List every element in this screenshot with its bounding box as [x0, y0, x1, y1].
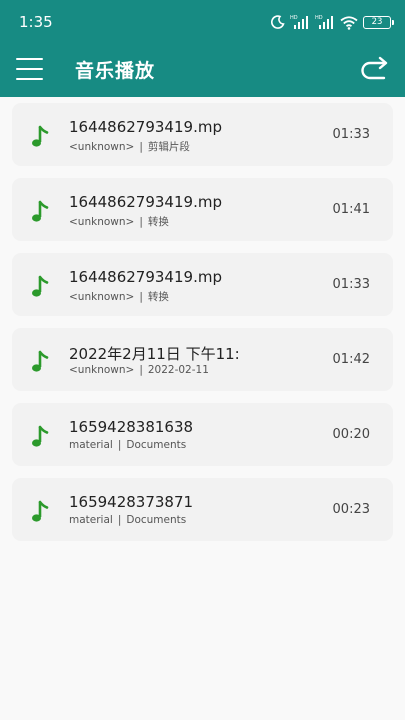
track-title: 1659428381638 — [69, 418, 194, 436]
track-title: 1644862793419.mp — [69, 268, 222, 286]
track-album: Documents — [126, 439, 187, 451]
status-icons: HD HD 23 — [271, 13, 394, 31]
battery-icon: 23 — [363, 15, 394, 29]
separator: | — [117, 439, 122, 451]
track-artist: material — [69, 514, 113, 526]
svg-text:HD: HD — [290, 15, 298, 21]
track-meta: material | Documents — [69, 439, 186, 451]
track-album: 2022-02-11 — [147, 364, 209, 376]
status-bar: 1:35 HD HD 23 — [0, 0, 405, 44]
track-duration: 01:41 — [332, 202, 370, 217]
page-title: 音乐播放 — [75, 60, 156, 82]
track-album: 转换 — [147, 216, 169, 228]
hamburger-menu-icon[interactable] — [16, 55, 43, 82]
track-duration: 00:23 — [332, 502, 370, 517]
wifi-icon — [340, 15, 358, 30]
separator: | — [117, 514, 122, 526]
separator: | — [139, 216, 143, 228]
list-item[interactable]: 2022年2月11日 下午11: <unknown> | 2022-02-11 01… — [12, 328, 393, 391]
track-artist: <unknown> — [69, 364, 135, 376]
track-artist: material — [69, 439, 113, 451]
music-note-icon — [32, 200, 49, 222]
separator: | — [139, 141, 143, 153]
track-title: 2022年2月11日 下午11: — [69, 345, 240, 363]
track-meta: <unknown> | 转换 — [69, 289, 169, 304]
hd-signal-icon: HD — [290, 15, 308, 29]
list-item[interactable]: 1644862793419.mp <unknown> | 剪辑片段 01:33 — [12, 103, 393, 166]
status-time: 1:35 — [19, 13, 53, 31]
track-title: 1644862793419.mp — [69, 118, 222, 136]
music-note-icon — [32, 125, 49, 147]
track-artist: <unknown> — [69, 291, 135, 303]
list-item[interactable]: 1659428381638 material | Documents 00:20 — [12, 403, 393, 466]
moon-icon — [271, 15, 285, 29]
track-meta: <unknown> | 2022-02-11 — [69, 364, 209, 376]
track-meta: <unknown> | 转换 — [69, 214, 169, 229]
track-meta: <unknown> | 剪辑片段 — [69, 139, 190, 154]
svg-text:HD: HD — [315, 15, 323, 21]
list-item[interactable]: 1644862793419.mp <unknown> | 转换 01:33 — [12, 253, 393, 316]
track-album: 剪辑片段 — [147, 141, 190, 153]
track-album: 转换 — [147, 291, 169, 303]
refresh-icon[interactable] — [360, 55, 390, 83]
track-title: 1644862793419.mp — [69, 193, 222, 211]
music-note-icon — [32, 500, 49, 522]
track-duration: 01:42 — [332, 352, 370, 367]
separator: | — [139, 291, 143, 303]
track-duration: 01:33 — [332, 127, 370, 142]
music-note-icon — [32, 275, 49, 297]
separator: | — [139, 364, 143, 376]
track-artist: <unknown> — [69, 141, 135, 153]
track-meta: material | Documents — [69, 514, 186, 526]
music-note-icon — [32, 425, 49, 447]
track-album: Documents — [126, 514, 187, 526]
track-title: 1659428373871 — [69, 493, 194, 511]
hd-signal-icon: HD — [315, 15, 333, 29]
list-item[interactable]: 1644862793419.mp <unknown> | 转换 01:41 — [12, 178, 393, 241]
app-bar: 1:35 HD HD 23 音乐播放 — [0, 0, 405, 97]
track-duration: 01:33 — [332, 277, 370, 292]
track-artist: <unknown> — [69, 216, 135, 228]
track-duration: 00:20 — [332, 427, 370, 442]
music-note-icon — [32, 350, 49, 372]
list-item[interactable]: 1659428373871 material | Documents 00:23 — [12, 478, 393, 541]
